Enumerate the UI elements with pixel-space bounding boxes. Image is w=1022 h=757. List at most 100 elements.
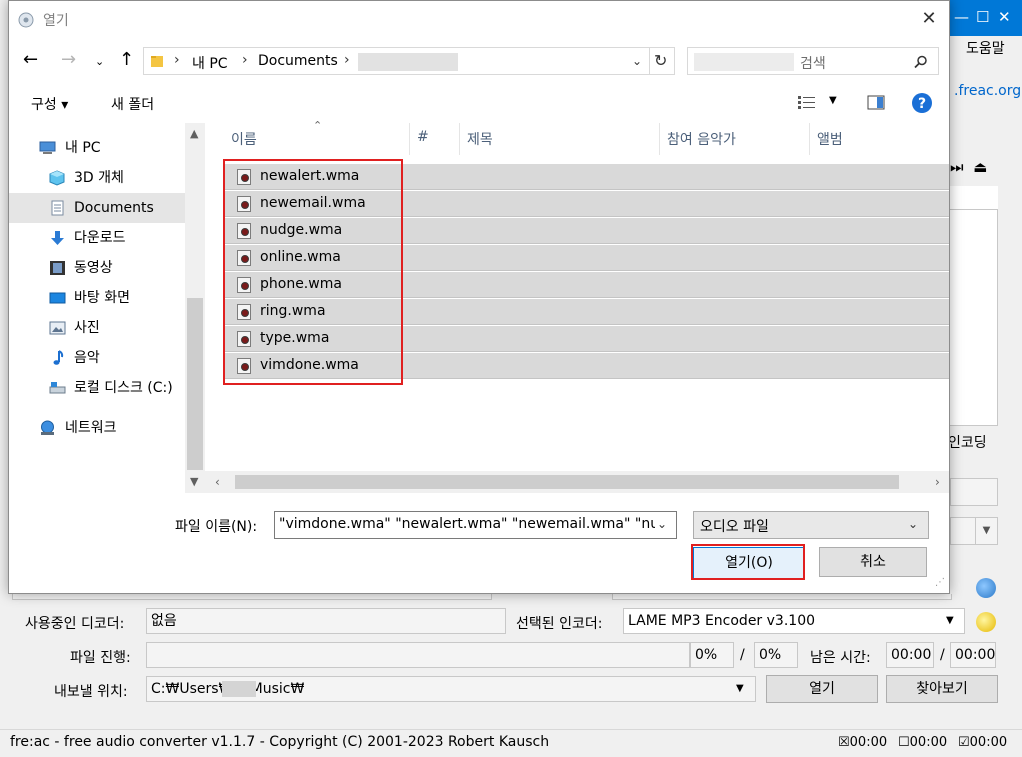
total-progress-percent: 0% [754,642,798,668]
svg-text:?: ? [918,96,926,112]
resize-grip-icon[interactable]: ⋰ [935,577,945,588]
search-placeholder: 검색 [800,56,826,72]
website-link[interactable]: .freac.org [954,83,1021,99]
remaining-time-label: 남은 시간: [810,650,871,666]
nav-item-music[interactable]: 음악 [9,343,185,373]
desktop-icon [49,292,66,304]
computer-icon [39,141,56,154]
settings-gear-icon[interactable] [976,612,996,632]
breadcrumb-chevron-icon[interactable]: › [174,52,180,68]
breadcrumb-chevron-icon[interactable]: › [242,52,248,68]
nav-item-desktop[interactable]: 바탕 화면 [9,283,185,313]
preview-pane-icon[interactable] [867,95,885,110]
recent-locations-icon[interactable]: ⌄ [95,55,104,68]
chevron-down-icon[interactable]: ⌄ [908,517,918,531]
up-arrow-icon[interactable]: ↑ [119,49,134,70]
file-list[interactable]: ⌃ 이름 # 제목 참여 음악가 앨범 newalert.wma newemai… [205,119,949,493]
network-icon [41,420,54,435]
refresh-icon[interactable]: ↻ [654,51,667,70]
nav-item-network[interactable]: 네트워크 [9,413,185,443]
column-divider[interactable] [809,123,810,155]
track-list-header [950,186,998,210]
column-artist[interactable]: 참여 음악가 [667,129,736,149]
file-list-horizontal-scrollbar[interactable]: ‹ › [205,471,949,493]
column-album[interactable]: 앨범 [817,129,843,149]
dialog-close-icon[interactable]: ✕ [917,8,941,29]
nav-item-pictures[interactable]: 사진 [9,313,185,343]
chevron-down-icon[interactable]: ▼ [946,615,954,626]
filename-input[interactable]: "vimdone.wma" "newalert.wma" "newemail.w… [274,511,677,539]
progress-label: 파일 진행: [70,650,131,666]
output-label: 내보낼 위치: [54,684,128,700]
track-list[interactable] [950,186,998,426]
address-row: ← → ⌄ ↑ › 내 PC › Documents › ⌄ ↻ 검색 [9,43,949,79]
document-icon [51,200,64,216]
scroll-right-icon[interactable]: › [935,475,940,489]
column-title[interactable]: 제목 [467,129,493,149]
slash-separator: / [940,647,945,663]
cancel-button[interactable]: 취소 [819,547,927,577]
redacted-folder-name [358,53,458,71]
column-divider[interactable] [409,123,410,155]
nav-item-downloads[interactable]: 다운로드 [9,223,185,253]
breadcrumb-this-pc[interactable]: 내 PC [192,53,228,73]
picture-icon [49,321,66,335]
column-name[interactable]: 이름 [231,129,257,149]
progress-percent: 0% [690,642,734,668]
horizontal-scrollbar-thumb[interactable] [235,475,899,489]
background-field [612,594,952,600]
forward-arrow-icon[interactable]: → [61,49,76,70]
organize-menu[interactable]: 구성 ▾ [31,94,68,114]
maximize-icon[interactable]: ☐ [976,8,989,26]
back-arrow-icon[interactable]: ← [23,49,38,70]
new-folder-button[interactable]: 새 폴더 [111,94,154,114]
drive-icon [49,382,66,394]
nav-scrollbar-thumb[interactable] [187,298,203,470]
details-view-icon[interactable] [797,95,817,109]
view-options-chevron-icon[interactable]: ▼ [829,95,837,106]
chevron-down-icon[interactable]: ▼ [736,683,744,694]
close-icon[interactable]: ✕ [998,8,1011,26]
remaining-total-time: 00:00 [950,642,996,668]
file-type-select[interactable]: 오디오 파일 ⌄ [693,511,929,539]
column-divider[interactable] [659,123,660,155]
eject-icon[interactable]: ⏏ [973,158,987,176]
breadcrumb-chevron-icon[interactable]: › [344,52,350,68]
column-divider[interactable] [459,123,460,155]
search-icon[interactable] [914,55,928,69]
help-icon[interactable]: ? [911,92,933,114]
status-timer-2: ☐00:00 [898,735,948,750]
scroll-up-icon[interactable]: ▲ [190,127,198,140]
background-titlebar: — ☐ ✕ [948,0,1022,36]
scroll-down-icon[interactable]: ▼ [190,475,198,488]
encoder-select[interactable]: LAME MP3 Encoder v3.100 [623,608,965,634]
filename-label: 파일 이름(N): [175,519,258,535]
player-controls: ⏭ ⏏ [950,158,987,176]
info-icon[interactable] [976,578,996,598]
scroll-left-icon[interactable]: ‹ [215,475,220,489]
cube-icon [49,170,65,186]
dialog-titlebar[interactable]: 열기 ✕ [9,1,949,39]
search-box[interactable]: 검색 [687,47,939,75]
skip-next-icon[interactable]: ⏭ [950,158,964,176]
open-button-highlight-box [691,544,805,580]
address-bar[interactable]: › 내 PC › Documents › ⌄ ↻ [143,47,675,75]
breadcrumb-documents[interactable]: Documents [258,53,338,69]
folder-icon [151,56,163,67]
nav-item-local-disk[interactable]: 로컬 디스크 (C:) [9,373,185,403]
menu-help[interactable]: 도움말 [966,38,1005,58]
column-number[interactable]: # [417,129,429,145]
decoder-field: 없음 [146,608,506,634]
status-bar: fre:ac - free audio converter v1.1.7 - C… [0,729,1022,757]
nav-item-documents[interactable]: Documents [9,193,185,223]
sort-ascending-icon: ⌃ [313,119,323,132]
nav-item-videos[interactable]: 동영상 [9,253,185,283]
output-browse-button[interactable]: 찾아보기 [886,675,998,703]
minimize-icon[interactable]: — [954,8,969,26]
tab-encoding[interactable]: 인코딩 [948,432,987,452]
remaining-time: 00:00 [886,642,934,668]
address-dropdown-icon[interactable]: ⌄ [632,54,642,68]
nav-item-this-pc[interactable]: 내 PC [9,133,185,163]
output-open-button[interactable]: 열기 [766,675,878,703]
nav-item-3d-objects[interactable]: 3D 개체 [9,163,185,193]
